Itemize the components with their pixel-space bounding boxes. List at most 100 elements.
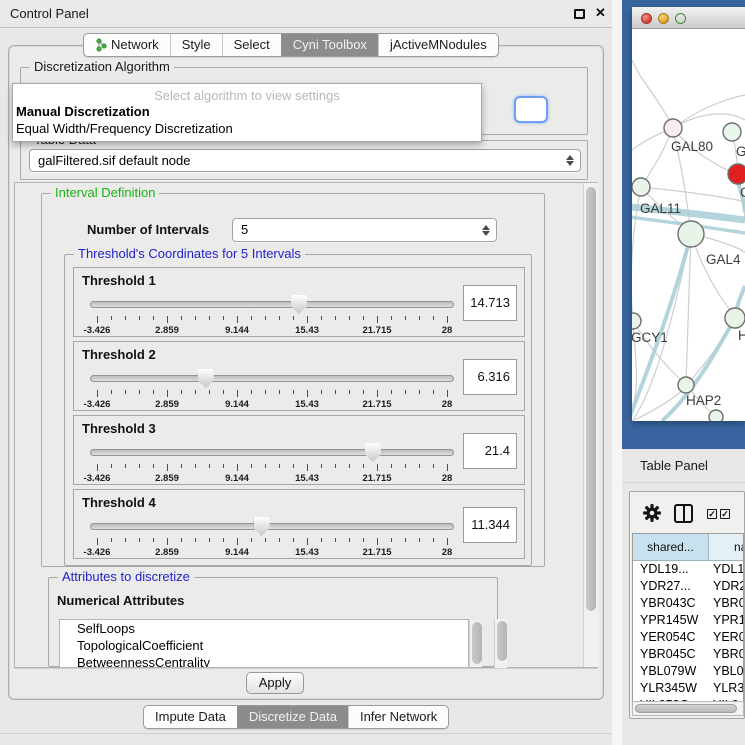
table-row[interactable]: YER054CYER0: [633, 629, 743, 646]
table-hscrollbar[interactable]: [632, 701, 744, 716]
network-node[interactable]: [723, 123, 741, 141]
threshold-label: Threshold 3: [82, 421, 156, 436]
attribute-list-item[interactable]: SelfLoops: [60, 620, 468, 637]
threshold-value-field[interactable]: 11.344: [463, 507, 517, 543]
tab-discretize-data[interactable]: Discretize Data: [237, 706, 348, 728]
slider-thumb-icon[interactable]: [198, 369, 214, 388]
table-data-combobox[interactable]: galFiltered.sif default node: [29, 149, 581, 172]
network-edge[interactable]: [641, 128, 673, 187]
minimize-traffic-icon[interactable]: [658, 13, 669, 24]
panel-divider[interactable]: [612, 0, 622, 745]
algorithm-dropdown-popup: Select algorithm to view settings Manual…: [12, 83, 482, 142]
checkbox-none-icon[interactable]: ✓: [720, 509, 730, 519]
attributes-pane-scrollbar[interactable]: [494, 619, 507, 668]
split-panel-icon[interactable]: [674, 504, 693, 523]
network-node-label: GA: [736, 144, 745, 159]
threshold-slider[interactable]: -3.4262.8599.14415.4321.71528: [90, 442, 454, 482]
table-panel-title: Table Panel: [640, 458, 708, 473]
network-node[interactable]: [632, 178, 650, 196]
number-of-intervals-value: 5: [241, 222, 248, 237]
discretization-algorithm-title: Discretization Algorithm: [30, 59, 174, 74]
tab-network[interactable]: Network: [84, 34, 170, 56]
network-node-label: GCY1: [632, 330, 668, 345]
network-window-titlebar[interactable]: [632, 7, 745, 29]
threshold-value-field[interactable]: 14.713: [463, 285, 517, 321]
tab-cyni-toolbox[interactable]: Cyni Toolbox: [281, 34, 378, 56]
network-node[interactable]: [725, 308, 745, 328]
table-data-group: Table Data galFiltered.sif default node: [20, 140, 588, 180]
network-node[interactable]: [728, 164, 745, 184]
attribute-list-item[interactable]: BetweennessCentrality: [60, 654, 468, 668]
network-node[interactable]: [678, 221, 704, 247]
tab-jactivemnodules[interactable]: jActiveMNodules: [378, 34, 498, 56]
network-window: GAL80GACGAL11GAL4GCY1HHAP2: [632, 7, 745, 421]
network-node[interactable]: [678, 377, 694, 393]
column-header-name[interactable]: na: [709, 534, 743, 560]
network-node-label: HAP2: [686, 393, 721, 408]
table-panel-titlebar: Table Panel: [622, 449, 745, 483]
checkbox-all-icon[interactable]: ✓: [707, 509, 717, 519]
threshold-value-field[interactable]: 21.4: [463, 433, 517, 469]
slider-thumb-icon[interactable]: [254, 517, 270, 536]
network-edge[interactable]: [632, 60, 673, 128]
table-row[interactable]: YLR345WYLR3: [633, 680, 743, 697]
tab-impute-data[interactable]: Impute Data: [144, 706, 237, 728]
screen: Control Panel ✕ Network Style Select Cyn…: [0, 0, 745, 745]
tab-infer-network[interactable]: Infer Network: [348, 706, 448, 728]
close-icon[interactable]: ✕: [595, 5, 606, 21]
algorithm-combobox-focused-fragment[interactable]: [514, 96, 548, 123]
slider-thumb-icon[interactable]: [291, 295, 307, 314]
combo-arrows-icon: [565, 154, 575, 167]
main-scrollbar-thumb[interactable]: [586, 187, 596, 611]
interval-definition-group: Interval Definition Number of Intervals …: [41, 193, 545, 567]
threshold-slider[interactable]: -3.4262.8599.14415.4321.71528: [90, 516, 454, 556]
threshold-label: Threshold 4: [82, 495, 156, 510]
settings-scrollpane: Interval Definition Number of Intervals …: [14, 182, 598, 668]
network-icon: [95, 38, 107, 52]
table-row[interactable]: YPR145WYPR1: [633, 612, 743, 629]
table-hscrollbar-thumb[interactable]: [635, 704, 737, 713]
number-of-intervals-spinner[interactable]: 5: [232, 218, 497, 242]
table-row[interactable]: YBL079WYBL0: [633, 663, 743, 680]
numerical-attributes-label: Numerical Attributes: [57, 593, 184, 608]
numerical-attributes-list[interactable]: SelfLoopsTopologicalCoefficientBetweenne…: [59, 619, 469, 668]
close-traffic-icon[interactable]: [641, 13, 652, 24]
table-row[interactable]: YBR045CYBR0: [633, 646, 743, 663]
network-node-label: GAL80: [671, 139, 713, 154]
network-edge[interactable]: [641, 187, 745, 202]
threshold-value-field[interactable]: 6.316: [463, 359, 517, 395]
network-node-label: C: [740, 185, 745, 200]
table-panel: ✓ ✓ shared... na YDL19...YDL1YDR27...YDR…: [629, 491, 745, 719]
threshold-row: Threshold 4 -3.4262.8599.14415.4321.71528…: [73, 489, 525, 559]
node-attribute-table[interactable]: shared... na YDL19...YDL1YDR27...YDR2YBR…: [632, 533, 744, 701]
threshold-slider[interactable]: -3.4262.8599.14415.4321.71528: [90, 368, 454, 408]
tab-style[interactable]: Style: [170, 34, 222, 56]
slider-thumb-icon[interactable]: [365, 443, 381, 462]
table-row[interactable]: YDR27...YDR2: [633, 578, 743, 595]
table-data-value: galFiltered.sif default node: [38, 153, 190, 168]
threshold-row: Threshold 2-3.4262.8599.14415.4321.71528…: [73, 341, 525, 411]
table-row[interactable]: YBR043CYBR0: [633, 595, 743, 612]
network-node[interactable]: [664, 119, 682, 137]
main-scrollbar[interactable]: [583, 183, 598, 667]
menu-item-manual-discretization[interactable]: Manual Discretization: [13, 103, 481, 120]
network-canvas[interactable]: GAL80GACGAL11GAL4GCY1HHAP2: [632, 29, 745, 421]
network-node[interactable]: [709, 410, 723, 421]
bottom-separator: [14, 668, 598, 669]
apply-button[interactable]: Apply: [246, 672, 304, 694]
float-window-icon[interactable]: [574, 9, 585, 19]
thresholds-group-title: Threshold's Coordinates for 5 Intervals: [74, 246, 305, 261]
network-node[interactable]: [632, 313, 641, 329]
threshold-slider[interactable]: -3.4262.8599.14415.4321.71528: [90, 294, 454, 334]
column-header-shared-name[interactable]: shared...: [633, 534, 709, 560]
attributes-list-scrollbar[interactable]: [469, 620, 482, 667]
tab-select[interactable]: Select: [222, 34, 281, 56]
attribute-list-item[interactable]: TopologicalCoefficient: [60, 637, 468, 654]
network-node-label: GAL4: [706, 252, 741, 267]
control-panel-tabs: Network Style Select Cyni Toolbox jActiv…: [83, 33, 499, 57]
zoom-traffic-icon[interactable]: [675, 13, 686, 24]
gear-icon[interactable]: [642, 503, 662, 523]
spinner-arrows-icon: [481, 224, 491, 237]
table-row[interactable]: YDL19...YDL1: [633, 561, 743, 578]
menu-item-equal-width-frequency[interactable]: Equal Width/Frequency Discretization: [13, 120, 481, 137]
